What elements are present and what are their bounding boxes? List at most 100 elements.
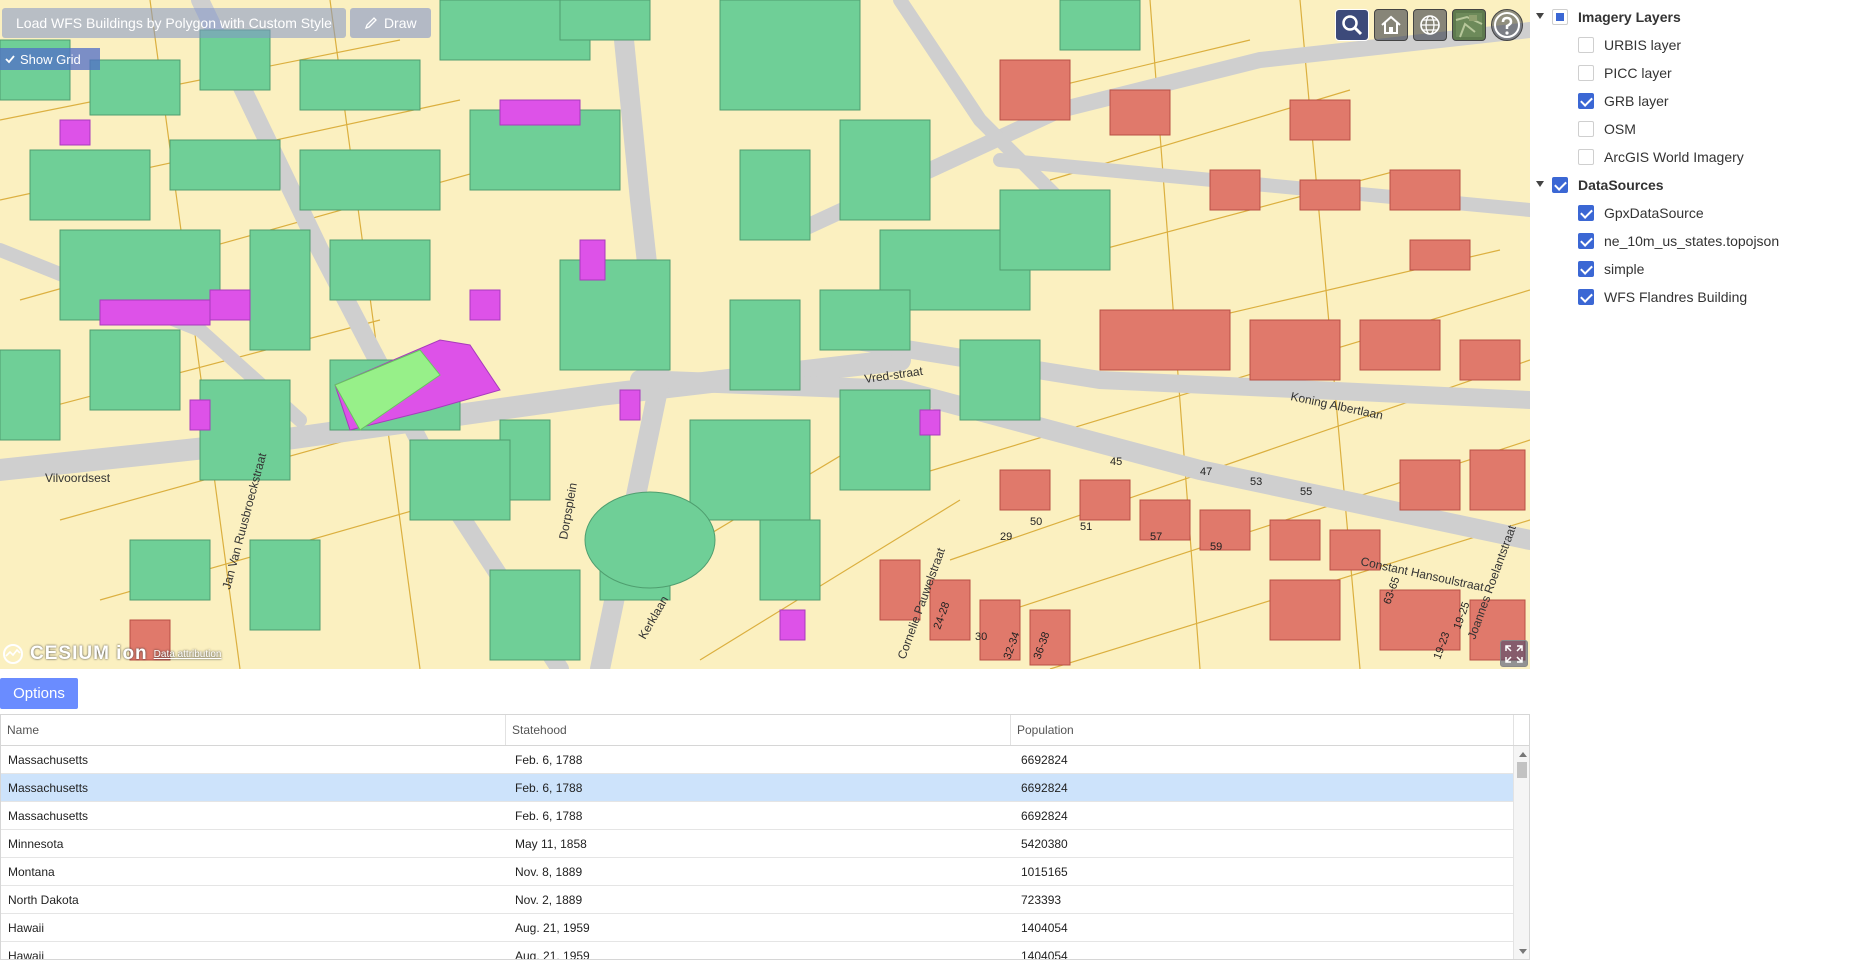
cell-population: 1404054: [1021, 949, 1068, 960]
cesium-toolbar: [1335, 9, 1523, 41]
cell-statehood: Feb. 6, 1788: [515, 753, 583, 767]
tree-item-grb-layer[interactable]: GRB layer: [1530, 87, 1849, 115]
app-root: Vilvoordsest Jan Van Ruusbroeckstraat Vr…: [0, 0, 1849, 960]
us-states-topojson-checkbox[interactable]: [1578, 233, 1594, 249]
datasources-checkbox[interactable]: [1552, 177, 1568, 193]
show-grid-label: Show Grid: [20, 51, 81, 67]
cell-name: North Dakota: [8, 893, 79, 907]
grb-layer-checkbox[interactable]: [1578, 93, 1594, 109]
attribute-table: Name Statehood Population Massachusetts …: [0, 714, 1530, 960]
tree-group-datasources[interactable]: DataSources: [1530, 171, 1849, 199]
house-number: 30: [975, 631, 987, 643]
simple-checkbox[interactable]: [1578, 261, 1594, 277]
house-number: 57: [1150, 531, 1162, 543]
imagery-layers-checkbox[interactable]: [1552, 9, 1568, 25]
search-icon: [1342, 15, 1363, 36]
cell-population: 723393: [1021, 893, 1062, 907]
geocoder-search-button[interactable]: [1335, 9, 1369, 41]
map-canvas[interactable]: Vilvoordsest Jan Van Ruusbroeckstraat Vr…: [0, 0, 1530, 669]
tree-item-label: simple: [1604, 261, 1645, 277]
picc-layer-checkbox[interactable]: [1578, 65, 1594, 81]
cell-population: 6692824: [1021, 781, 1068, 795]
layer-tree-panel: Imagery Layers URBIS layer PICC layer GR…: [1530, 0, 1849, 669]
show-grid-toggle[interactable]: Show Grid: [0, 48, 100, 70]
tree-item-osm[interactable]: OSM: [1530, 115, 1849, 143]
tree-item-simple[interactable]: simple: [1530, 255, 1849, 283]
cell-name: Hawaii: [8, 949, 45, 960]
street-label: Vilvoordsest: [45, 471, 111, 485]
imagery-picker-icon: [1455, 13, 1483, 38]
scene-mode-button[interactable]: [1413, 9, 1447, 41]
globe-icon: [1420, 15, 1440, 35]
tree-item-label: URBIS layer: [1604, 37, 1682, 53]
cell-statehood: Nov. 2, 1889: [515, 893, 583, 907]
table-row[interactable]: Minnesota May 11, 1858 5420380: [1, 830, 1513, 858]
navigation-help-button[interactable]: [1491, 9, 1523, 41]
house-number: 45: [1110, 456, 1122, 468]
tree-item-arcgis-world-imagery[interactable]: ArcGIS World Imagery: [1530, 143, 1849, 171]
cell-name: Massachusetts: [8, 781, 89, 795]
column-header-name[interactable]: Name: [1, 715, 506, 745]
cell-population: 1404054: [1021, 921, 1068, 935]
tree-group-imagery-layers[interactable]: Imagery Layers: [1530, 3, 1849, 31]
options-button[interactable]: Options: [0, 678, 78, 709]
tree-item-us-states-topojson[interactable]: ne_10m_us_states.topojson: [1530, 227, 1849, 255]
cell-name: Massachusetts: [8, 753, 89, 767]
draw-button-label: Draw: [383, 15, 417, 31]
credits-bar: CESIUM ion Data attribution: [2, 643, 222, 665]
tree-item-urbis-layer[interactable]: URBIS layer: [1530, 31, 1849, 59]
scroll-down-icon[interactable]: [1519, 949, 1527, 954]
osm-checkbox[interactable]: [1578, 121, 1594, 137]
arcgis-world-imagery-checkbox[interactable]: [1578, 149, 1594, 165]
table-row[interactable]: Massachusetts Feb. 6, 1788 6692824: [1, 746, 1513, 774]
cell-statehood: Feb. 6, 1788: [515, 781, 583, 795]
wfs-flandres-building-checkbox[interactable]: [1578, 289, 1594, 305]
cell-name: Montana: [8, 865, 55, 879]
fullscreen-button[interactable]: [1500, 640, 1528, 667]
data-attribution-link[interactable]: Data attribution: [154, 649, 222, 660]
caret-down-icon[interactable]: [1536, 181, 1544, 187]
cell-name: Minnesota: [8, 837, 64, 851]
table-row-selected[interactable]: Massachusetts Feb. 6, 1788 6692824: [1, 774, 1513, 802]
column-header-population[interactable]: Population: [1011, 715, 1514, 745]
pencil-icon: [364, 17, 377, 30]
draw-button[interactable]: Draw: [349, 8, 431, 38]
cell-statehood: Nov. 8, 1889: [515, 865, 583, 879]
cell-population: 5420380: [1021, 837, 1068, 851]
house-number: 51: [1080, 521, 1092, 533]
cell-statehood: Aug. 21, 1959: [515, 921, 590, 935]
table-row[interactable]: Hawaii Aug. 21, 1959 1404054: [1, 914, 1513, 942]
table-scrollbar[interactable]: [1513, 746, 1529, 959]
table-row[interactable]: North Dakota Nov. 2, 1889 723393: [1, 886, 1513, 914]
cell-statehood: Aug. 21, 1959: [515, 949, 590, 960]
cell-statehood: May 11, 1858: [515, 837, 587, 851]
tree-item-wfs-flandres-building[interactable]: WFS Flandres Building: [1530, 283, 1849, 311]
load-wfs-buildings-button[interactable]: Load WFS Buildings by Polygon with Custo…: [2, 8, 346, 38]
cesium-logo-icon: [3, 644, 23, 664]
help-icon: [1494, 12, 1520, 38]
urbis-layer-checkbox[interactable]: [1578, 37, 1594, 53]
scroll-up-icon[interactable]: [1519, 752, 1527, 757]
table-row[interactable]: Hawaii Aug. 21, 1959 1404054: [1, 942, 1513, 960]
cesium-ion-logo[interactable]: CESIUM ion: [30, 643, 148, 665]
home-button[interactable]: [1374, 9, 1408, 41]
house-number: 50: [1030, 516, 1042, 528]
fullscreen-icon: [1505, 644, 1523, 663]
house-number: 47: [1200, 466, 1212, 478]
cell-statehood: Feb. 6, 1788: [515, 809, 583, 823]
tree-item-gpxdatasource[interactable]: GpxDataSource: [1530, 199, 1849, 227]
table-row[interactable]: Montana Nov. 8, 1889 1015165: [1, 858, 1513, 886]
tree-item-picc-layer[interactable]: PICC layer: [1530, 59, 1849, 87]
cell-population: 1015165: [1021, 865, 1068, 879]
scroll-thumb[interactable]: [1517, 762, 1527, 778]
column-header-statehood[interactable]: Statehood: [506, 715, 1011, 745]
gpxdatasource-checkbox[interactable]: [1578, 205, 1594, 221]
tree-item-label: GpxDataSource: [1604, 205, 1704, 221]
tree-group-label: DataSources: [1578, 177, 1664, 193]
cesium-map-viewer[interactable]: Vilvoordsest Jan Van Ruusbroeckstraat Vr…: [0, 0, 1530, 669]
base-layer-picker-button[interactable]: [1452, 9, 1486, 41]
table-row[interactable]: Massachusetts Feb. 6, 1788 6692824: [1, 802, 1513, 830]
house-number: 55: [1300, 486, 1312, 498]
cell-population: 6692824: [1021, 809, 1068, 823]
caret-down-icon[interactable]: [1536, 13, 1544, 19]
